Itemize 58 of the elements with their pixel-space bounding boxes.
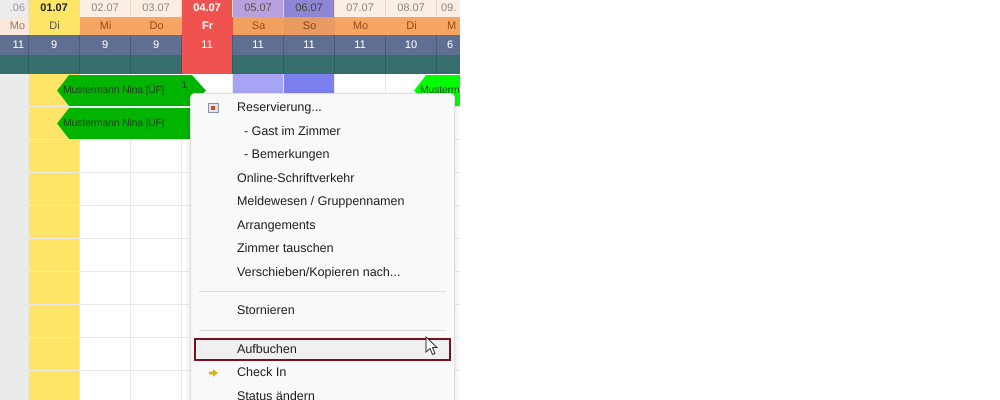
status-cell [437, 55, 460, 74]
count-cell: 11 [0, 35, 29, 55]
count-cell: 9 [80, 35, 131, 55]
status-cell [233, 55, 284, 74]
date-header: 06.07 [284, 0, 335, 17]
status-cell [182, 55, 233, 74]
guest-count: 1 [182, 79, 187, 93]
count-cell: 11 [233, 35, 284, 55]
menu-item[interactable]: Meldewesen / Gruppennamen [194, 190, 451, 214]
menu-item[interactable]: Status ändern [194, 384, 451, 400]
status-cell [386, 55, 437, 74]
guest-name: Mustermann Nina |ÜF| [62, 83, 164, 98]
weekday-header: Di [29, 17, 80, 35]
count-cell: 6 [437, 35, 460, 55]
status-cell [0, 55, 29, 74]
menu-item[interactable]: Online-Schriftverkehr [194, 166, 451, 190]
menu-item[interactable]: Check In [194, 361, 451, 384]
date-header: .06 [0, 0, 29, 17]
count-cell: 11 [182, 35, 233, 55]
menu-item[interactable]: Stornieren [194, 299, 451, 322]
weekday-header: M [437, 17, 460, 35]
status-cell [29, 55, 80, 74]
status-cell [335, 55, 386, 74]
status-cell [131, 55, 182, 74]
status-cell [284, 55, 335, 74]
count-cell: 11 [284, 35, 335, 55]
status-cell [80, 55, 131, 74]
arrow-icon [209, 368, 218, 377]
menu-item[interactable]: Aufbuchen [194, 338, 451, 361]
menu-item[interactable]: Arrangements [194, 214, 451, 237]
booking-bar[interactable]: Mustermann Nina |ÜF| 1 [57, 75, 206, 106]
date-header: 02.07 [80, 0, 131, 17]
date-header: 01.07 [29, 0, 80, 17]
date-header: 03.07 [131, 0, 182, 17]
cursor-icon [425, 336, 438, 356]
weekday-header: Sa [233, 17, 284, 35]
weekday-header: Mi [80, 17, 131, 35]
count-cell: 9 [29, 35, 80, 55]
guest-name: Musterm [419, 82, 460, 98]
weekday-header: So [284, 17, 335, 35]
weekday-header: Do [131, 17, 182, 35]
weekday-header: Di [386, 17, 437, 35]
weekday-header: Mo [335, 17, 386, 35]
count-cell: 9 [131, 35, 182, 55]
menu-item[interactable]: - Bemerkungen [194, 143, 451, 166]
count-cell: 10 [386, 35, 437, 55]
menu-item[interactable]: Verschieben/Kopieren nach... [194, 260, 451, 284]
menu-item[interactable]: Zimmer tauschen [194, 237, 451, 260]
weekday-header: Mo [0, 17, 29, 35]
date-header: 05.07 [233, 0, 284, 17]
guest-name: Mustermann Nina |ÜF| [62, 116, 164, 131]
weekday-header: Fr [182, 17, 233, 35]
document-icon [208, 102, 219, 113]
date-header: 04.07 [182, 0, 233, 17]
date-header: 07.07 [335, 0, 386, 17]
date-header: 09. [437, 0, 460, 17]
count-cell: 11 [335, 35, 386, 55]
date-header: 08.07 [386, 0, 437, 17]
